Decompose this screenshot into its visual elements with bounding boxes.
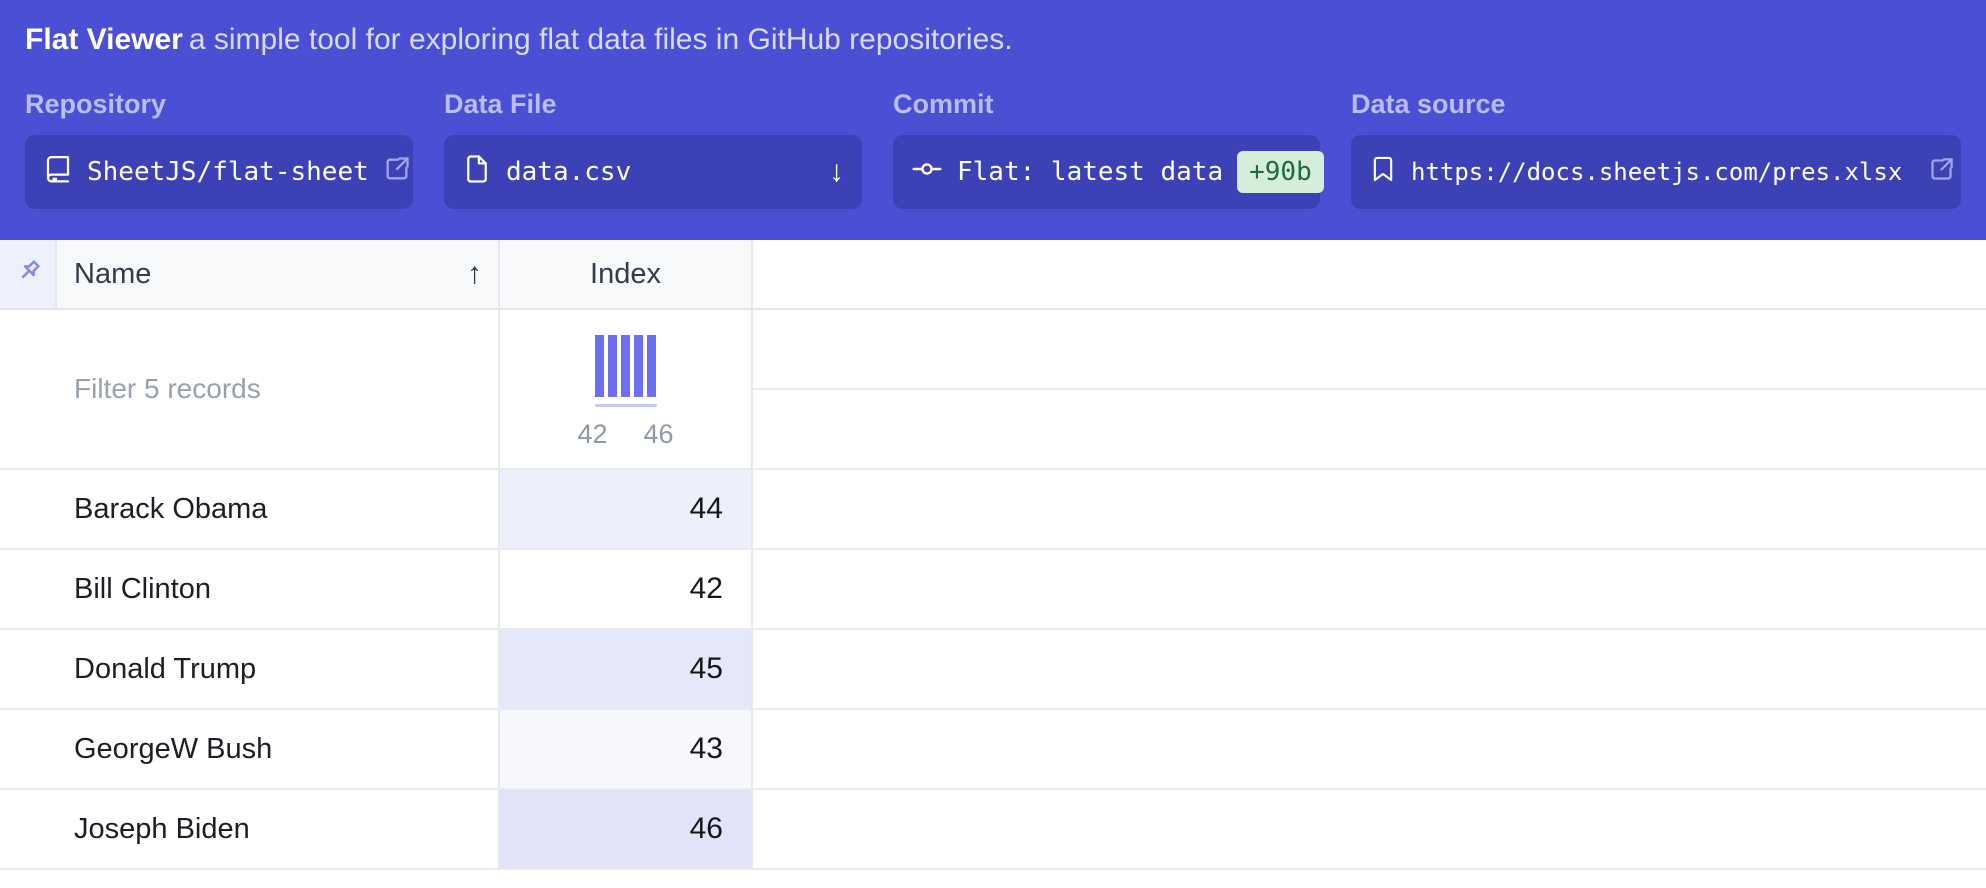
page-title: Flat Viewera simple tool for exploring f… bbox=[25, 20, 1961, 60]
column-header-name[interactable]: Name ↑ bbox=[57, 240, 500, 308]
header-spacer bbox=[753, 240, 1986, 308]
commit-control: Commit Flat: latest data +90b bbox=[893, 89, 1320, 209]
repository-button[interactable]: SheetJS/flat-sheet bbox=[25, 135, 413, 209]
commit-button[interactable]: Flat: latest data +90b bbox=[893, 135, 1320, 209]
filter-row: 42 46 bbox=[0, 310, 1986, 470]
repository-label: Repository bbox=[25, 89, 413, 119]
histogram-min-label: 42 bbox=[577, 419, 607, 450]
histogram-bar[interactable] bbox=[595, 335, 604, 397]
row-index-cell: 43 bbox=[500, 710, 753, 788]
table-row: GeorgeW Bush 43 bbox=[0, 710, 1986, 790]
data-source-control: Data source https://docs.sheetjs.com/pre… bbox=[1351, 89, 1961, 209]
row-spacer bbox=[753, 630, 1986, 708]
download-arrow-icon: ↓ bbox=[829, 155, 844, 189]
row-index-cell: 44 bbox=[500, 470, 753, 548]
filter-input[interactable] bbox=[0, 373, 498, 405]
row-name-cell: Bill Clinton bbox=[0, 550, 500, 628]
histogram-bar[interactable] bbox=[621, 335, 630, 397]
controls-row: Repository SheetJS/flat-sheet bbox=[25, 89, 1961, 209]
row-index-cell: 45 bbox=[500, 630, 753, 708]
bookmark-icon bbox=[1369, 155, 1397, 189]
commit-diff-badge: +90b bbox=[1237, 151, 1324, 193]
histogram-max-label: 46 bbox=[644, 419, 674, 450]
table-row: Bill Clinton 42 bbox=[0, 550, 1986, 630]
column-header-index[interactable]: Index bbox=[500, 240, 753, 308]
row-name-cell: GeorgeW Bush bbox=[0, 710, 500, 788]
histogram-labels: 42 46 bbox=[577, 419, 673, 450]
index-column-label: Index bbox=[590, 258, 661, 291]
external-link-icon bbox=[383, 155, 411, 190]
data-grid: Name ↑ Index 42 46 Barack Obama 44 bbox=[0, 240, 1986, 870]
table-header-row: Name ↑ Index bbox=[0, 240, 1986, 310]
row-name-cell: Donald Trump bbox=[0, 630, 500, 708]
row-index-cell: 46 bbox=[500, 790, 753, 868]
data-file-button[interactable]: data.csv ↓ bbox=[444, 135, 862, 209]
data-source-button[interactable]: https://docs.sheetjs.com/pres.xlsx bbox=[1351, 135, 1961, 209]
app-name: Flat Viewer bbox=[25, 23, 183, 56]
name-filter-cell bbox=[0, 310, 500, 468]
file-icon bbox=[462, 154, 492, 191]
pin-column-button[interactable] bbox=[0, 240, 57, 308]
row-spacer bbox=[753, 470, 1986, 548]
histogram-bar[interactable] bbox=[608, 335, 617, 397]
filter-spacer bbox=[753, 310, 1986, 468]
topbar: Flat Viewera simple tool for exploring f… bbox=[0, 0, 1986, 240]
table-row: Donald Trump 45 bbox=[0, 630, 1986, 710]
pin-icon bbox=[12, 256, 44, 293]
data-file-label: Data File bbox=[444, 89, 862, 119]
external-link-icon bbox=[1928, 156, 1955, 189]
histogram-bars[interactable] bbox=[595, 335, 656, 397]
repository-value: SheetJS/flat-sheet bbox=[87, 157, 369, 187]
data-file-value: data.csv bbox=[506, 157, 631, 187]
commit-label: Commit bbox=[893, 89, 1320, 119]
row-spacer bbox=[753, 790, 1986, 868]
name-column-label: Name bbox=[74, 258, 151, 291]
row-name-cell: Joseph Biden bbox=[0, 790, 500, 868]
sort-ascending-icon: ↑ bbox=[467, 257, 482, 291]
data-file-control: Data File data.csv ↓ bbox=[444, 89, 862, 209]
table-row: Joseph Biden 46 bbox=[0, 790, 1986, 870]
histogram-bar[interactable] bbox=[647, 335, 656, 397]
repo-book-icon bbox=[43, 154, 73, 191]
data-source-label: Data source bbox=[1351, 89, 1961, 119]
app-tagline: a simple tool for exploring flat data fi… bbox=[189, 23, 1013, 56]
git-commit-icon bbox=[911, 153, 943, 192]
row-index-cell: 42 bbox=[500, 550, 753, 628]
index-histogram-cell[interactable]: 42 46 bbox=[500, 310, 753, 468]
repository-control: Repository SheetJS/flat-sheet bbox=[25, 89, 413, 209]
histogram-baseline bbox=[595, 404, 657, 407]
data-source-url: https://docs.sheetjs.com/pres.xlsx bbox=[1411, 158, 1902, 186]
row-name-cell: Barack Obama bbox=[0, 470, 500, 548]
table-row: Barack Obama 44 bbox=[0, 470, 1986, 550]
row-spacer bbox=[753, 550, 1986, 628]
commit-message: Flat: latest data bbox=[957, 157, 1223, 187]
table-body: Barack Obama 44 Bill Clinton 42 Donald T… bbox=[0, 470, 1986, 870]
histogram-bar[interactable] bbox=[634, 335, 643, 397]
row-spacer bbox=[753, 710, 1986, 788]
